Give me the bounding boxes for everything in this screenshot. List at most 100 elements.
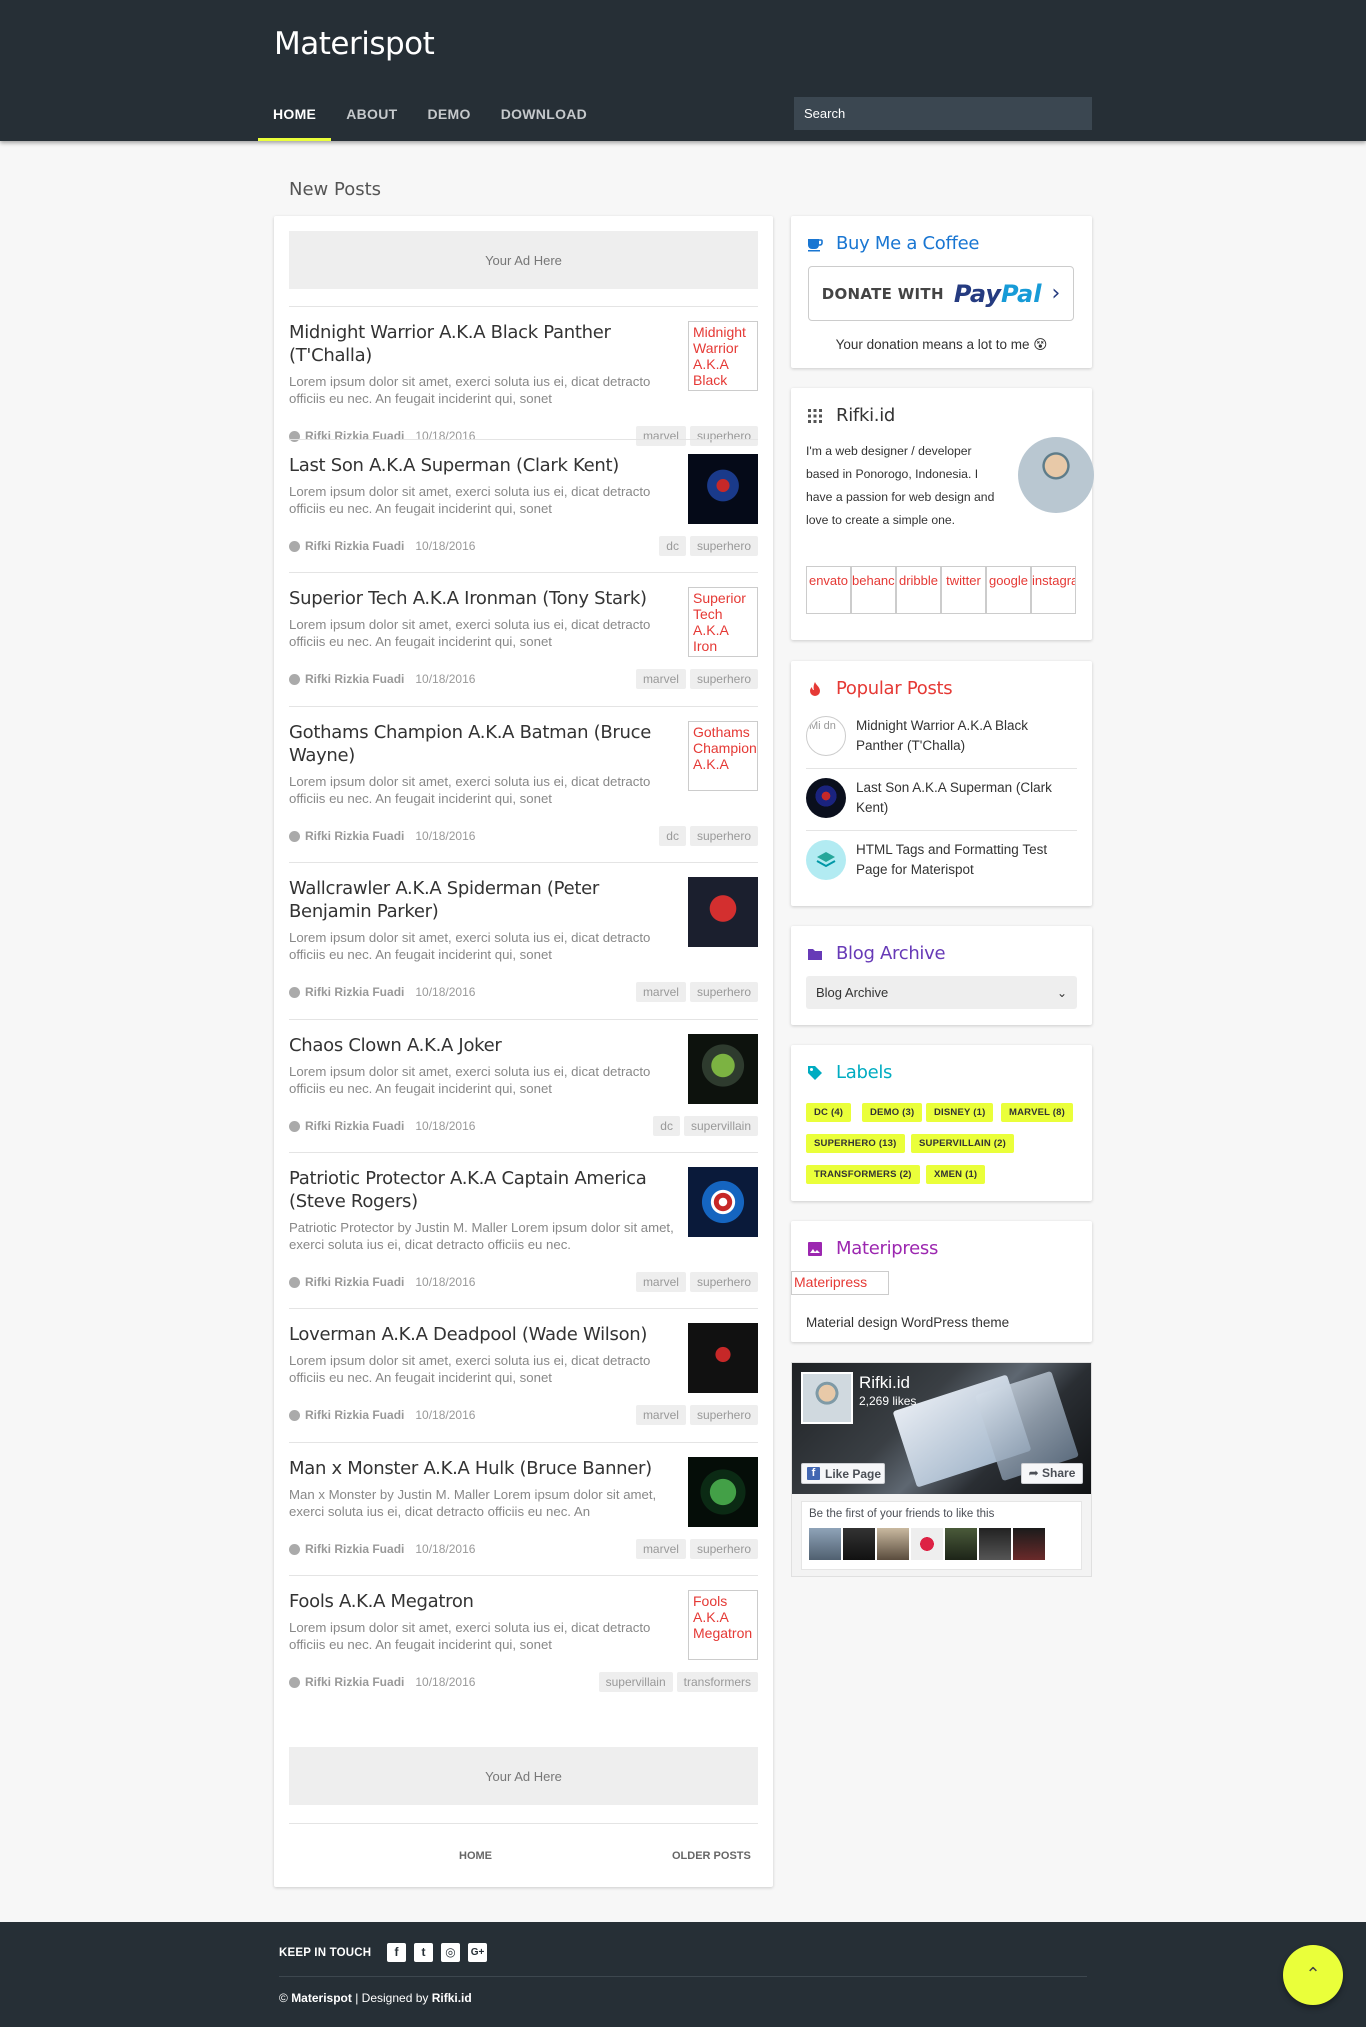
tag-chip[interactable]: marvel: [635, 1272, 686, 1292]
tag-chip[interactable]: marvel: [635, 1405, 686, 1425]
tag-chip[interactable]: superhero: [689, 536, 758, 556]
post-author[interactable]: Rifki Rizkia Fuadi: [305, 985, 404, 999]
post-thumbnail[interactable]: [688, 1457, 758, 1527]
search-input[interactable]: [794, 97, 1092, 130]
tag-chip[interactable]: superhero: [689, 826, 758, 846]
label-chip[interactable]: SUPERHERO (13): [806, 1134, 905, 1153]
twitter-link[interactable]: twitter: [941, 566, 986, 614]
post-title[interactable]: Loverman A.K.A Deadpool (Wade Wilson): [289, 1323, 674, 1346]
tag-chip[interactable]: marvel: [635, 669, 686, 689]
tag-chip[interactable]: dc: [659, 826, 686, 846]
tag-chip[interactable]: supervillain: [598, 1672, 673, 1692]
post-thumbnail[interactable]: [688, 1167, 758, 1237]
post-thumbnail[interactable]: [688, 454, 758, 524]
label-chip[interactable]: MARVEL (8): [1001, 1103, 1074, 1122]
tag-chip[interactable]: superhero: [689, 1405, 758, 1425]
tag-chip[interactable]: dc: [653, 1116, 680, 1136]
tag-chip[interactable]: supervillain: [683, 1116, 758, 1136]
friend-avatar[interactable]: [945, 1528, 977, 1560]
ad-slot-top[interactable]: Your Ad Here: [289, 231, 758, 289]
post-title[interactable]: Patriotic Protector A.K.A Captain Americ…: [289, 1167, 674, 1213]
paypal-donate-button[interactable]: DONATE WITH PayPal ›: [808, 266, 1074, 321]
friend-avatar[interactable]: [809, 1528, 841, 1560]
pager-older-link[interactable]: OLDER POSTS: [672, 1850, 751, 1862]
tag-chip[interactable]: dc: [659, 536, 686, 556]
post-thumbnail[interactable]: [688, 1034, 758, 1104]
post-thumbnail-broken[interactable]: Midnight Warrior A.K.A Black: [688, 321, 758, 391]
post-author[interactable]: Rifki Rizkia Fuadi: [305, 1275, 404, 1289]
post-title[interactable]: Chaos Clown A.K.A Joker: [289, 1034, 674, 1057]
envato-link[interactable]: envato: [806, 566, 851, 614]
post-thumbnail[interactable]: [688, 877, 758, 947]
post-title[interactable]: Fools A.K.A Megatron: [289, 1590, 674, 1613]
facebook-share-button[interactable]: ➦ Share: [1021, 1463, 1083, 1484]
post-title[interactable]: Man x Monster A.K.A Hulk (Bruce Banner): [289, 1457, 674, 1480]
post-thumbnail-broken[interactable]: Gothams Champion A.K.A: [688, 721, 758, 791]
post-title[interactable]: Wallcrawler A.K.A Spiderman (Peter Benja…: [289, 877, 674, 923]
tag-chip[interactable]: marvel: [635, 1539, 686, 1559]
post-meta: Rifki Rizkia Fuadi 10/18/2016: [289, 539, 475, 553]
materipress-image-broken[interactable]: Materipress: [791, 1271, 889, 1295]
tag-chip[interactable]: superhero: [689, 1272, 758, 1292]
facebook-icon[interactable]: f: [387, 1943, 406, 1962]
google-plus-icon[interactable]: G+: [468, 1943, 487, 1962]
popular-item[interactable]: HTML Tags and Formatting Test Page for M…: [806, 840, 1077, 880]
nav-demo[interactable]: DEMO: [412, 88, 485, 141]
post-thumbnail[interactable]: [688, 1323, 758, 1393]
instagram-link[interactable]: instagram: [1031, 566, 1076, 614]
nav-home[interactable]: HOME: [258, 88, 332, 141]
friend-avatar[interactable]: [843, 1528, 875, 1560]
post-author[interactable]: Rifki Rizkia Fuadi: [305, 1675, 404, 1689]
tag-chip[interactable]: superhero: [689, 669, 758, 689]
copyright-brand-link[interactable]: Materispot: [291, 1991, 352, 2005]
post-author[interactable]: Rifki Rizkia Fuadi: [305, 829, 404, 843]
archive-select[interactable]: Blog Archive ⌄: [806, 976, 1077, 1009]
copyright-author-link[interactable]: Rifki.id: [432, 1991, 472, 2005]
ad-slot-bottom[interactable]: Your Ad Here: [289, 1747, 758, 1805]
post-title[interactable]: Midnight Warrior A.K.A Black Panther (T'…: [289, 321, 674, 367]
facebook-like-button[interactable]: f Like Page: [801, 1463, 885, 1484]
post-title[interactable]: Gothams Champion A.K.A Batman (Bruce Way…: [289, 721, 674, 767]
post-title[interactable]: Superior Tech A.K.A Ironman (Tony Stark): [289, 587, 674, 610]
pager-home-link[interactable]: HOME: [459, 1850, 492, 1862]
post-author[interactable]: Rifki Rizkia Fuadi: [305, 1542, 404, 1556]
post-author[interactable]: Rifki Rizkia Fuadi: [305, 672, 404, 686]
behance-link[interactable]: behance: [851, 566, 896, 614]
tag-chip[interactable]: superhero: [689, 982, 758, 1002]
site-title[interactable]: Materispot: [274, 26, 435, 62]
label-chip[interactable]: SUPERVILLAIN (2): [911, 1134, 1014, 1153]
facebook-cover[interactable]: Rifki.id 2,269 likes f Like Page ➦ Share: [792, 1363, 1091, 1494]
post-author[interactable]: Rifki Rizkia Fuadi: [305, 539, 404, 553]
popular-item[interactable]: Last Son A.K.A Superman (Clark Kent): [806, 778, 1077, 818]
facebook-profile-picture[interactable]: [801, 1372, 853, 1424]
facebook-page-name[interactable]: Rifki.id: [859, 1373, 910, 1393]
popular-item[interactable]: Mi dn Midnight Warrior A.K.A Black Panth…: [806, 716, 1077, 756]
friend-avatar[interactable]: [1013, 1528, 1045, 1560]
label-chip[interactable]: DISNEY (1): [926, 1103, 994, 1122]
post-thumbnail-broken[interactable]: Superior Tech A.K.A Iron: [688, 587, 758, 657]
label-chip[interactable]: XMEN (1): [926, 1165, 986, 1184]
post-author[interactable]: Rifki Rizkia Fuadi: [305, 1119, 404, 1133]
dribbble-link[interactable]: dribble: [896, 566, 941, 614]
twitter-icon[interactable]: t: [414, 1943, 433, 1962]
label-chip[interactable]: TRANSFORMERS (2): [806, 1165, 920, 1184]
nav-download[interactable]: DOWNLOAD: [486, 88, 602, 141]
post-item: Patriotic Protector A.K.A Captain Americ…: [289, 1152, 758, 1308]
friend-avatar[interactable]: [911, 1528, 943, 1560]
label-chip[interactable]: DC (4): [806, 1103, 852, 1122]
google-link[interactable]: google: [986, 566, 1031, 614]
post-title[interactable]: Last Son A.K.A Superman (Clark Kent): [289, 454, 674, 477]
post-author[interactable]: Rifki Rizkia Fuadi: [305, 1408, 404, 1422]
friend-avatar[interactable]: [877, 1528, 909, 1560]
nav-about[interactable]: ABOUT: [331, 88, 412, 141]
label-chip[interactable]: DEMO (3): [862, 1103, 923, 1122]
materipress-description: Material design WordPress theme: [806, 1315, 1010, 1330]
back-to-top-button[interactable]: ⌃: [1283, 1945, 1343, 2005]
materipress-title-text: Materipress: [836, 1238, 939, 1259]
friend-avatar[interactable]: [979, 1528, 1011, 1560]
tag-chip[interactable]: transformers: [676, 1672, 758, 1692]
post-thumbnail-broken[interactable]: Fools A.K.A Megatron: [688, 1590, 758, 1660]
instagram-icon[interactable]: ◎: [441, 1943, 460, 1962]
tag-chip[interactable]: superhero: [689, 1539, 758, 1559]
tag-chip[interactable]: marvel: [635, 982, 686, 1002]
